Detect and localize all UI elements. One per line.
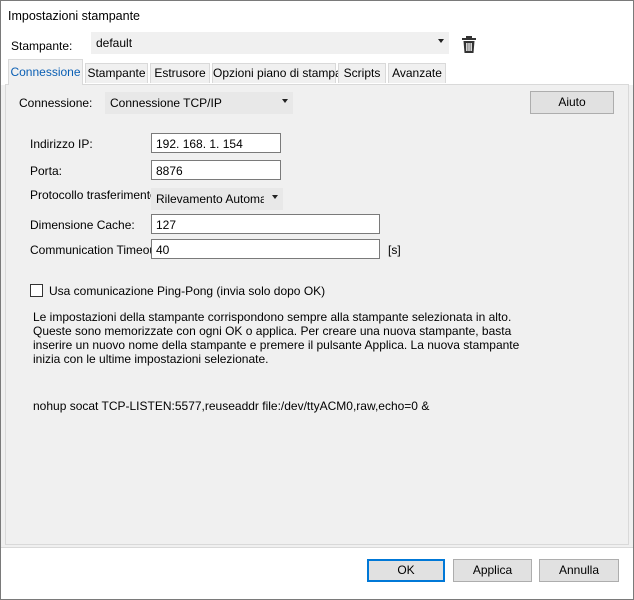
chevron-down-icon (438, 39, 444, 43)
protocol-select-value: Rilevamento Automatico (156, 192, 264, 206)
tab-label: Avanzate (392, 66, 442, 80)
tab-opzioni-piano[interactable]: Opzioni piano di stampa (212, 63, 342, 83)
tab-label: Estrusore (154, 66, 206, 80)
tab-avanzate[interactable]: Avanzate (388, 63, 446, 83)
tab-label: Connessione (10, 65, 81, 79)
ok-button[interactable]: OK (367, 559, 445, 582)
trash-icon[interactable] (461, 36, 477, 54)
help-button[interactable]: Aiuto (530, 91, 614, 114)
tab-estrusore[interactable]: Estrusore (150, 63, 210, 83)
timeout-input[interactable]: 40 (151, 239, 380, 259)
port-label: Porta: (30, 164, 63, 178)
tab-connessione[interactable]: Connessione (8, 59, 83, 85)
protocol-label: Protocollo trasferimento: (30, 188, 161, 202)
tab-scripts[interactable]: Scripts (338, 63, 386, 83)
cache-input-value: 127 (156, 218, 177, 232)
printer-select[interactable]: default (91, 32, 449, 54)
window-title: Impostazioni stampante (8, 9, 141, 23)
port-input[interactable]: 8876 (151, 160, 281, 180)
port-input-value: 8876 (156, 164, 183, 178)
printer-select-value: default (96, 36, 133, 50)
connection-type-select[interactable]: Connessione TCP/IP (105, 92, 293, 114)
chevron-down-icon (282, 99, 288, 103)
cache-label: Dimensione Cache: (30, 218, 135, 232)
apply-button[interactable]: Applica (453, 559, 532, 582)
printer-label: Stampante: (11, 39, 73, 53)
printer-settings-window: Impostazioni stampante Stampante: defaul… (0, 0, 634, 600)
connection-type-label: Connessione: (19, 96, 93, 110)
pingpong-label: Usa comunicazione Ping-Pong (invia solo … (49, 284, 326, 298)
chevron-down-icon (272, 195, 278, 199)
ip-label: Indirizzo IP: (30, 137, 93, 151)
tab-label: Opzioni piano di stampa (213, 66, 342, 80)
title-bar: Impostazioni stampante (1, 1, 633, 31)
connection-type-value: Connessione TCP/IP (110, 96, 222, 110)
ip-input-value: 192. 168. 1. 154 (156, 137, 243, 151)
timeout-unit: [s] (388, 243, 401, 257)
cache-input[interactable]: 127 (151, 214, 380, 234)
pingpong-checkbox[interactable] (30, 284, 43, 297)
ip-input[interactable]: 192. 168. 1. 154 (151, 133, 281, 153)
tab-label: Stampante (87, 66, 146, 80)
timeout-label: Communication Timeout: (30, 243, 163, 257)
info-text: Le impostazioni della stampante corrispo… (33, 310, 520, 366)
protocol-select[interactable]: Rilevamento Automatico (151, 188, 283, 210)
timeout-input-value: 40 (156, 243, 170, 257)
tab-label: Scripts (343, 66, 381, 80)
cancel-button[interactable]: Annulla (539, 559, 619, 582)
command-text: nohup socat TCP-LISTEN:5577,reuseaddr fi… (33, 399, 430, 413)
tab-stampante[interactable]: Stampante (85, 63, 148, 83)
